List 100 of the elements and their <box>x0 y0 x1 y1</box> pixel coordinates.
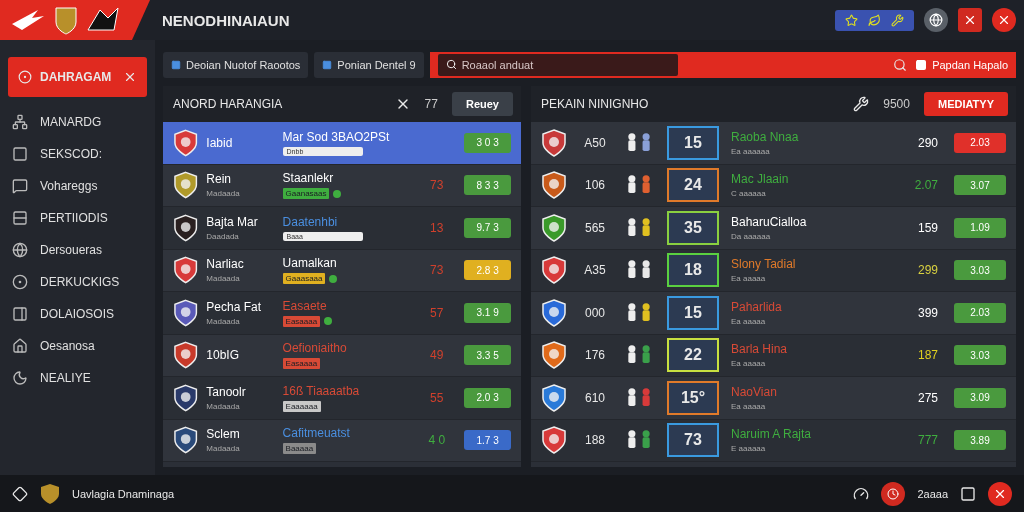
sidebar-item[interactable]: MANARDG <box>8 111 147 133</box>
value: 187 <box>916 348 938 363</box>
toolbar-action[interactable]: Papdan Hapalo <box>915 59 1008 71</box>
team-subtitle: Madaada <box>206 401 241 411</box>
match-title: Easaete <box>282 298 328 313</box>
gauge-icon[interactable] <box>853 485 870 502</box>
search-field[interactable]: Roaaol anduat <box>437 54 678 76</box>
toolbar-button[interactable]: Deoian Nuotof Raootos <box>163 52 309 78</box>
odds-pill[interactable]: 8 3 3 <box>464 175 511 196</box>
sport-icons[interactable] <box>835 9 914 31</box>
odds-pill[interactable]: 3 0 3 <box>464 132 511 153</box>
team-subtitle: Da aaaaaa <box>731 231 772 241</box>
score: 55 <box>429 390 445 405</box>
sidebar-item[interactable]: DERKUCKIGS <box>8 271 147 293</box>
globe-icon <box>929 13 943 27</box>
odds-pill[interactable]: 1.7 3 <box>464 430 511 451</box>
team-name: 10bIG <box>206 348 241 363</box>
odds-pill[interactable]: 3.3 5 <box>464 345 511 366</box>
search-icon[interactable] <box>893 58 908 72</box>
chat-icon <box>12 178 28 194</box>
square-icon <box>12 146 28 162</box>
sidebar-item[interactable]: Oesanosa <box>8 335 147 357</box>
match-row[interactable]: Narliac Madaada Uamalkan Gaaasaaa 73 2.8 3 <box>163 249 521 292</box>
odds-pill[interactable]: 3.1 9 <box>464 302 511 323</box>
square-icon <box>915 59 928 71</box>
row-number: 188 <box>584 433 606 448</box>
sidebar-item[interactable]: DOLAIOSOIS <box>8 303 147 325</box>
odds-pill[interactable]: 3.03 <box>954 345 1006 366</box>
team-name: Narliac <box>206 257 245 272</box>
value: 2.07 <box>913 178 938 193</box>
sidebar-item[interactable]: PERTIIODIS <box>8 207 147 229</box>
sidebar-item[interactable]: NEALIYE <box>8 367 147 389</box>
match-row[interactable]: Sclem Madaada Cafitmeuatst Baaaaa 4 0 1.7 3 <box>163 419 521 462</box>
team-name: Paharlida <box>731 299 783 314</box>
row-number: 106 <box>584 178 606 193</box>
panel-button[interactable]: MEDIATYY <box>923 92 1008 116</box>
square-icon[interactable] <box>960 485 976 502</box>
panel-icon <box>12 306 28 322</box>
team-subtitle: Madaada <box>206 189 241 199</box>
match-row[interactable]: Rein Madaada Staanlekr Gaanasaas 73 8 3 3 <box>163 164 521 207</box>
sidebar-item[interactable]: Dersoueras <box>8 239 147 261</box>
footer-status: 2aaaa <box>917 487 948 500</box>
tool-icon[interactable] <box>853 96 870 112</box>
close-button[interactable] <box>958 8 982 32</box>
result-row[interactable]: 000 15 Paharlida Ea aaaaa 399 2.03 <box>531 292 1016 335</box>
home-icon <box>12 338 28 354</box>
team-subtitle: Ea aaaaa <box>731 274 767 284</box>
diamond-icon[interactable] <box>12 485 28 502</box>
result-row[interactable]: A50 15 Raoba Nnaa Ea aaaaaa 290 2.03 <box>531 122 1016 165</box>
match-title: Mar Sod 3BAO2PSt <box>282 129 391 144</box>
crest-icon <box>40 482 60 505</box>
close-button[interactable] <box>988 481 1012 506</box>
match-title: Uamalkan <box>282 256 338 271</box>
result-row[interactable]: 610 15° NaoVian Ea aaaaa 275 3.09 <box>531 377 1016 420</box>
odds-pill[interactable]: 9.7 3 <box>464 217 511 238</box>
row-number: 176 <box>584 348 606 363</box>
target-icon <box>12 274 28 290</box>
toolbar-button[interactable]: Ponian Dentel 9 <box>314 52 424 78</box>
square-icon <box>322 60 333 70</box>
score-box: 15 <box>667 125 719 160</box>
team-name: Mac Jlaain <box>731 172 790 187</box>
odds-pill[interactable]: 2.0 3 <box>464 387 511 408</box>
profile-button[interactable] <box>992 8 1016 32</box>
panel-count: 9500 <box>883 97 910 111</box>
odds-pill[interactable]: 2.03 <box>954 132 1006 153</box>
odds-pill[interactable]: 3.09 <box>954 387 1006 408</box>
odds-pill[interactable]: 1.09 <box>954 217 1006 238</box>
globe-button[interactable] <box>924 8 948 32</box>
match-title: Staanlekr <box>282 171 335 186</box>
score-box: 15 <box>667 295 719 330</box>
active-menu-item[interactable]: DAHRAGAM <box>8 57 147 97</box>
globe-icon <box>12 242 28 258</box>
odds-pill[interactable]: 3.89 <box>954 430 1006 451</box>
close-icon <box>963 13 977 27</box>
value: 299 <box>916 263 938 278</box>
panel-title: PEKAIN NINIGNHO <box>541 97 650 111</box>
network-icon <box>12 114 28 130</box>
panel-title: ANORD HARANGIA <box>173 97 284 111</box>
odds-pill[interactable]: 3.03 <box>954 260 1006 281</box>
panel-count: 77 <box>424 97 438 111</box>
panel-button[interactable]: Reuey <box>451 92 513 116</box>
score: 4 0 <box>427 433 447 448</box>
team-name: Raoba Nnaa <box>731 129 800 144</box>
score-box: 22 <box>667 338 719 373</box>
clock-button[interactable] <box>881 481 906 506</box>
sidebar-item[interactable]: Vohareggs <box>8 175 147 197</box>
active-label: DAHRAGAM <box>40 70 113 84</box>
score: 73 <box>429 263 445 278</box>
row-number: A35 <box>583 263 607 278</box>
match-title: 16ß Tiaaaatba <box>282 383 361 398</box>
odds-pill[interactable]: 2.03 <box>954 302 1006 323</box>
match-note: Easaaaa <box>282 315 321 327</box>
rows-icon <box>12 210 28 226</box>
score-box: 24 <box>667 168 719 203</box>
result-row[interactable]: 565 35 BaharuCialloa Da aaaaaa 159 1.09 <box>531 207 1016 250</box>
odds-pill[interactable]: 3.07 <box>954 175 1006 196</box>
team-subtitle: C aaaaaa <box>731 189 767 199</box>
match-row[interactable]: 10bIG Oefioniaitho Easaaaa 49 3.3 5 <box>163 334 521 377</box>
score-box: 18 <box>667 253 719 288</box>
sidebar-item[interactable]: SEKSCOD: <box>8 143 147 165</box>
